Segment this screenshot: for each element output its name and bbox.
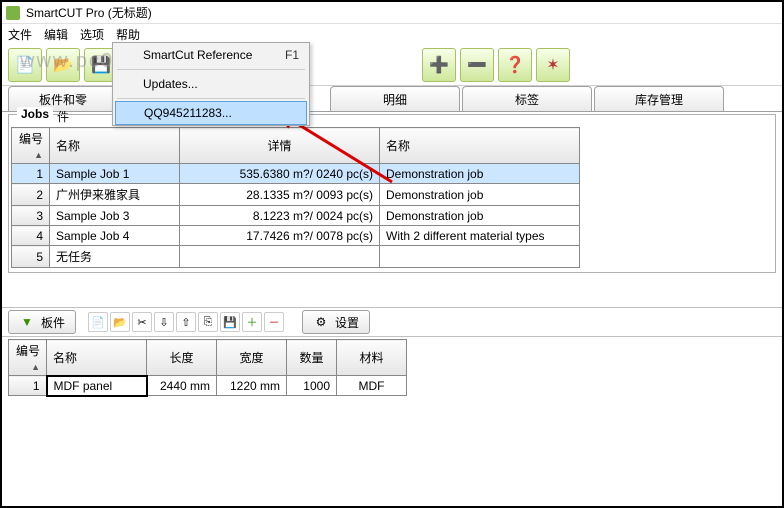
open-icon[interactable]: 📂 — [110, 312, 130, 332]
menu-help[interactable]: 帮助 — [116, 26, 140, 43]
add-icon[interactable]: ＋ — [242, 312, 262, 332]
cell-name: 无任务 — [50, 246, 180, 268]
cell-name: Sample Job 3 — [50, 206, 180, 226]
col-width[interactable]: 宽度 — [217, 340, 287, 376]
tab-labels[interactable]: 标签 — [462, 86, 592, 111]
menu-bar: 文件 编辑 选项 帮助 — [2, 24, 782, 44]
menu-view[interactable]: 选项 — [80, 26, 104, 43]
settings-label: 设置 — [335, 314, 359, 331]
col-length[interactable]: 长度 — [147, 340, 217, 376]
menu-item-label: Updates... — [143, 77, 198, 91]
toolbar-btn-help[interactable]: ❓ — [498, 48, 532, 82]
col-material[interactable]: 材料 — [337, 340, 407, 376]
settings-button[interactable]: ⚙ 设置 — [302, 310, 370, 334]
cell-detail: 8.1223 m?/ 0024 pc(s) — [180, 206, 380, 226]
cell-detail: 17.7426 m?/ 0078 pc(s) — [180, 226, 380, 246]
cell-detail — [180, 246, 380, 268]
cell-name2: With 2 different material types — [380, 226, 580, 246]
panel-btn-label: 板件 — [41, 314, 65, 331]
cell-name2: Demonstration job — [380, 164, 580, 184]
tab-detail[interactable]: 明细 — [330, 86, 460, 111]
toolbar-btn-remove[interactable]: ➖ — [460, 48, 494, 82]
cell-width: 1220 mm — [217, 376, 287, 396]
sort-icon: ▲ — [34, 150, 43, 160]
arrow-down-icon: ▼ — [19, 314, 35, 330]
col-name2[interactable]: 名称 — [380, 128, 580, 164]
toolbar-btn-open[interactable]: 📂 — [46, 48, 80, 82]
jobs-group-label: Jobs — [17, 107, 53, 121]
cell-no: 4 — [12, 226, 50, 246]
table-row[interactable]: 5 无任务 — [12, 246, 580, 268]
menu-separator — [117, 98, 305, 99]
cell-no: 1 — [9, 376, 47, 396]
cell-no: 2 — [12, 184, 50, 206]
col-no[interactable]: 编号▲ — [9, 340, 47, 376]
table-row[interactable]: 3 Sample Job 3 8.1223 m?/ 0024 pc(s) Dem… — [12, 206, 580, 226]
cell-no: 1 — [12, 164, 50, 184]
save-icon[interactable]: 💾 — [220, 312, 240, 332]
menu-item-qq[interactable]: QQ945211283... — [115, 101, 307, 125]
table-row[interactable]: 1 MDF panel 2440 mm 1220 mm 1000 MDF — [9, 376, 407, 396]
tab-stock[interactable]: 库存管理 — [594, 86, 724, 111]
app-icon — [6, 6, 20, 20]
cell-name: Sample Job 4 — [50, 226, 180, 246]
cell-name: 广州伊来雅家具 — [50, 184, 180, 206]
parts-table: 编号▲ 名称 长度 宽度 数量 材料 1 MDF panel 2440 mm 1… — [8, 339, 407, 397]
panel-toolbar: ▼ 板件 📄 📂 ✂ ⇩ ⇧ ⎘ 💾 ＋ － ⚙ 设置 — [2, 307, 782, 337]
export-icon[interactable]: ⇧ — [176, 312, 196, 332]
cell-name2: Demonstration job — [380, 184, 580, 206]
panel-dropdown-button[interactable]: ▼ 板件 — [8, 310, 76, 334]
menu-item-label: SmartCut Reference — [143, 48, 252, 62]
toolbar-btn-new[interactable]: 📄 — [8, 48, 42, 82]
menu-file[interactable]: 文件 — [8, 26, 32, 43]
menu-shortcut: F1 — [285, 48, 299, 62]
cell-material: MDF — [337, 376, 407, 396]
remove-icon[interactable]: － — [264, 312, 284, 332]
cell-name2: Demonstration job — [380, 206, 580, 226]
col-qty[interactable]: 数量 — [287, 340, 337, 376]
menu-edit[interactable]: 编辑 — [44, 26, 68, 43]
parts-section: 编号▲ 名称 长度 宽度 数量 材料 1 MDF panel 2440 mm 1… — [2, 337, 782, 399]
cell-name: Sample Job 1 — [50, 164, 180, 184]
col-name[interactable]: 名称 — [50, 128, 180, 164]
window-title: SmartCUT Pro (无标题) — [26, 4, 152, 21]
table-header-row: 编号▲ 名称 长度 宽度 数量 材料 — [9, 340, 407, 376]
help-dropdown: SmartCut Reference F1 Updates... QQ94521… — [112, 42, 310, 126]
cell-no: 3 — [12, 206, 50, 226]
cell-no: 5 — [12, 246, 50, 268]
toolbar-btn-action[interactable]: ✶ — [536, 48, 570, 82]
cut-icon[interactable]: ✂ — [132, 312, 152, 332]
sort-icon: ▲ — [31, 362, 40, 372]
copy-icon[interactable]: ⎘ — [198, 312, 218, 332]
menu-separator — [117, 69, 305, 70]
import-icon[interactable]: ⇩ — [154, 312, 174, 332]
menu-item-updates[interactable]: Updates... — [113, 72, 309, 96]
menu-item-reference[interactable]: SmartCut Reference F1 — [113, 43, 309, 67]
col-name[interactable]: 名称 — [47, 340, 147, 376]
cell-name[interactable]: MDF panel — [47, 376, 147, 396]
panel-icon-group: 📄 📂 ✂ ⇩ ⇧ ⎘ 💾 ＋ － — [88, 312, 284, 332]
toolbar-btn-add[interactable]: ➕ — [422, 48, 456, 82]
menu-item-label: QQ945211283... — [144, 106, 232, 120]
col-no[interactable]: 编号▲ — [12, 128, 50, 164]
gear-icon: ⚙ — [313, 314, 329, 330]
new-icon[interactable]: 📄 — [88, 312, 108, 332]
cell-length: 2440 mm — [147, 376, 217, 396]
table-row[interactable]: 4 Sample Job 4 17.7426 m?/ 0078 pc(s) Wi… — [12, 226, 580, 246]
cell-qty: 1000 — [287, 376, 337, 396]
title-bar: SmartCUT Pro (无标题) — [2, 2, 782, 24]
cell-name2 — [380, 246, 580, 268]
